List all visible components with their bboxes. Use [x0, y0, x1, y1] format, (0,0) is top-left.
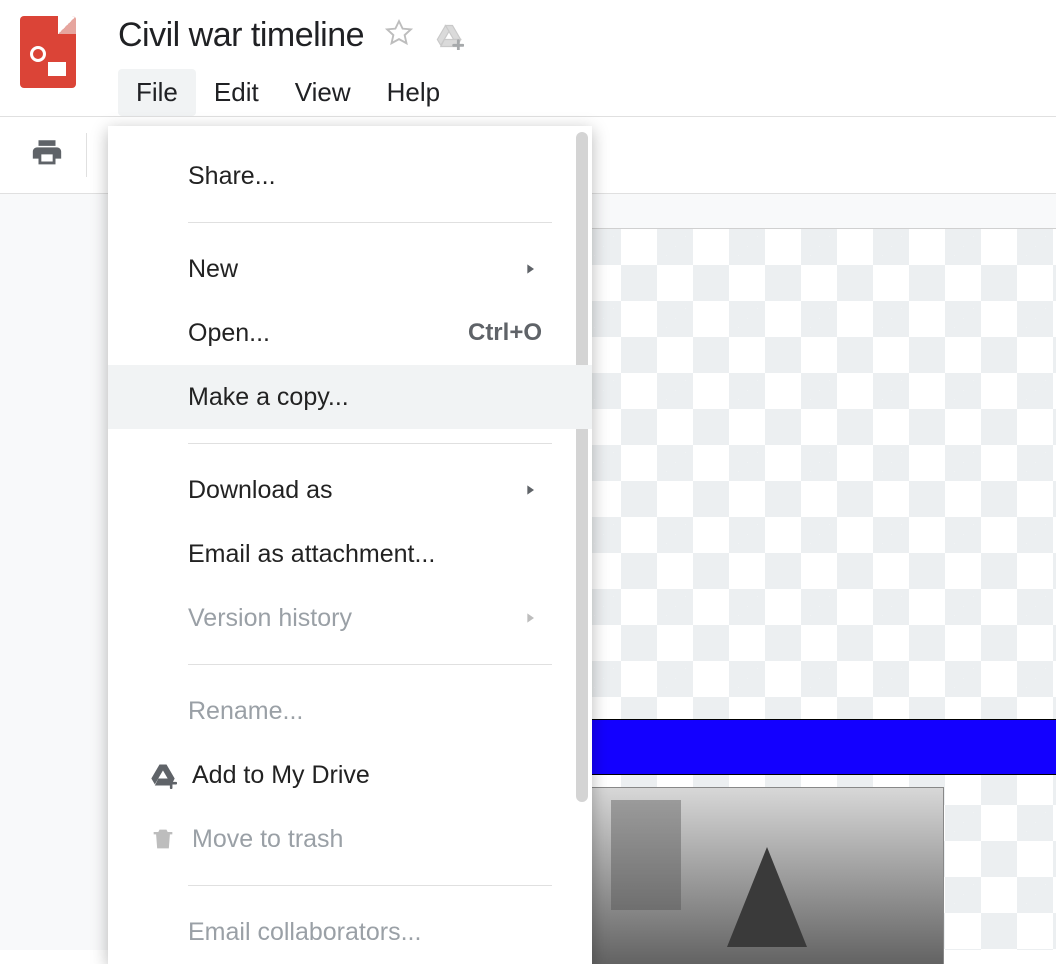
- menu-item-label: Email as attachment...: [188, 540, 435, 569]
- menu-item-label: Move to trash: [192, 825, 343, 854]
- keyboard-shortcut: Ctrl+O: [468, 319, 542, 347]
- app-header: Civil war timeline File Edit View: [0, 0, 1056, 116]
- trash-icon: [148, 825, 178, 853]
- file-menu-dropdown: Share... New Open... Ctrl+O Make a copy.…: [108, 126, 592, 964]
- menu-separator: [188, 885, 552, 886]
- menu-item-label: Version history: [188, 604, 352, 633]
- menu-item-rename: Rename...: [108, 679, 592, 743]
- menu-item-label: Rename...: [188, 697, 303, 726]
- print-icon: [30, 136, 64, 175]
- menu-item-move-to-trash: Move to trash: [108, 807, 592, 871]
- menu-help[interactable]: Help: [369, 69, 458, 116]
- menu-separator: [188, 664, 552, 665]
- drive-add-icon: [148, 761, 178, 789]
- menu-item-download-as[interactable]: Download as: [108, 458, 592, 522]
- menu-item-label: Download as: [188, 476, 333, 505]
- print-button[interactable]: [30, 133, 87, 177]
- menu-item-label: New: [188, 255, 238, 284]
- chevron-right-icon: [522, 604, 538, 633]
- menu-edit[interactable]: Edit: [196, 69, 277, 116]
- menu-item-label: Share...: [188, 162, 276, 191]
- blue-bar-shape[interactable]: [590, 719, 1056, 775]
- menu-item-label: Email collaborators...: [188, 918, 421, 947]
- menu-item-share[interactable]: Share...: [108, 144, 592, 208]
- menu-item-version-history: Version history: [108, 586, 592, 650]
- menu-item-label: Make a copy...: [188, 383, 349, 412]
- menubar: File Edit View Help: [118, 69, 464, 116]
- menu-separator: [188, 443, 552, 444]
- star-icon[interactable]: [384, 18, 414, 53]
- menu-item-new[interactable]: New: [108, 237, 592, 301]
- menu-view[interactable]: View: [277, 69, 369, 116]
- drive-add-icon[interactable]: [434, 22, 464, 50]
- menu-item-make-a-copy[interactable]: Make a copy...: [108, 365, 592, 429]
- menu-item-open[interactable]: Open... Ctrl+O: [108, 301, 592, 365]
- menu-item-email-attachment[interactable]: Email as attachment...: [108, 522, 592, 586]
- menu-file[interactable]: File: [118, 69, 196, 116]
- menu-item-add-to-my-drive[interactable]: Add to My Drive: [108, 743, 592, 807]
- chevron-right-icon: [522, 476, 538, 505]
- chevron-right-icon: [522, 255, 538, 284]
- canvas-image[interactable]: [590, 787, 944, 964]
- menu-item-label: Add to My Drive: [192, 761, 370, 790]
- menu-separator: [188, 222, 552, 223]
- menu-item-label: Open...: [188, 319, 270, 348]
- app-icon: [20, 16, 76, 88]
- document-title[interactable]: Civil war timeline: [118, 16, 364, 55]
- menu-item-email-collaborators: Email collaborators...: [108, 900, 592, 964]
